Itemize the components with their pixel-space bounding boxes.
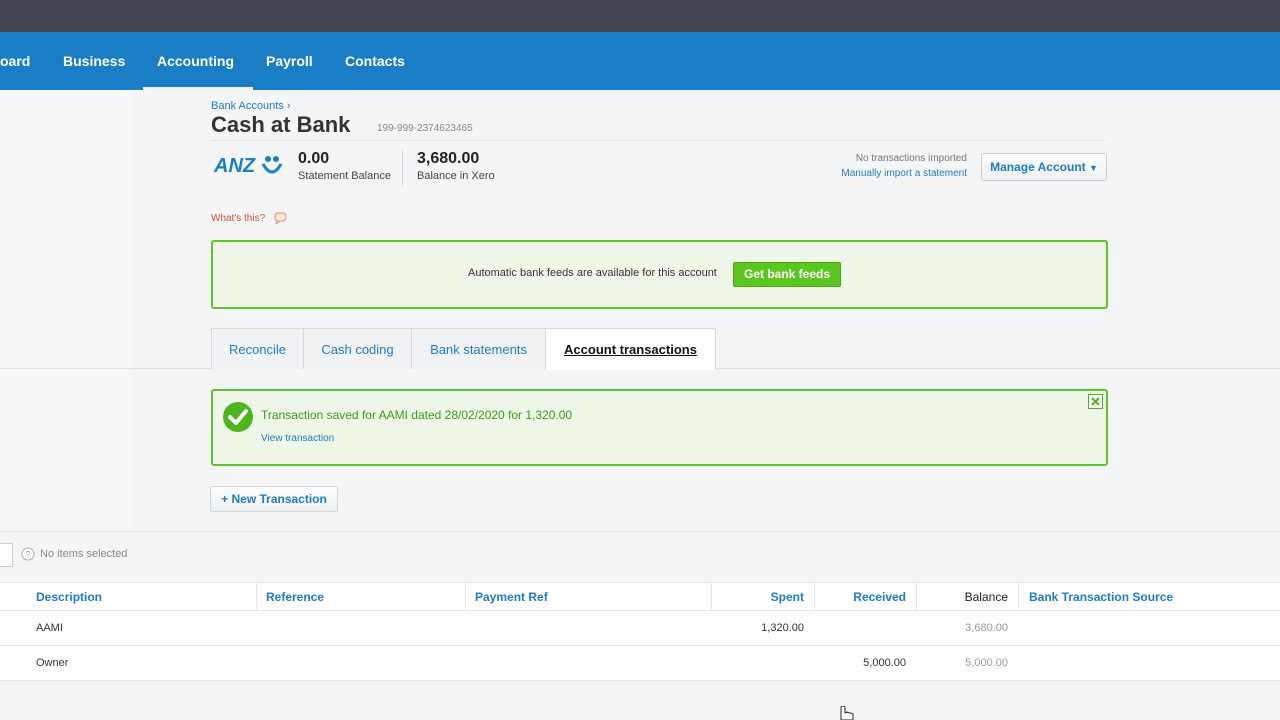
manage-account-button[interactable]: Manage Account ▼ [981,153,1107,181]
statement-balance-label: Statement Balance [298,170,391,182]
tab-reconcile[interactable]: Reconcile [211,328,304,369]
main-nav: oard Business Accounting Payroll Contact… [0,32,1280,90]
close-icon[interactable] [1088,394,1103,409]
nav-dashboard[interactable]: oard [0,32,30,90]
anz-logo-dot-2 [273,156,279,162]
account-number: 199-999-2374623465 [377,123,473,134]
column-separator [916,583,917,611]
new-transaction-button[interactable]: + New Transaction [210,486,338,512]
column-separator [1018,583,1019,611]
tab-bank-statements[interactable]: Bank statements [411,328,546,369]
row-balance: 5,000.00 [965,657,1008,669]
nav-accounting[interactable]: Accounting [157,32,234,90]
column-description[interactable]: Description [36,590,102,604]
top-bar [0,0,1280,32]
table-row[interactable] [0,611,1280,646]
column-separator [256,583,257,611]
nav-contacts[interactable]: Contacts [345,32,405,90]
nav-business[interactable]: Business [63,32,125,90]
anz-logo-dot-1 [265,156,271,162]
column-balance: Balance [964,590,1008,604]
toolbar-divider [0,531,1280,532]
column-separator [465,583,466,611]
nav-payroll[interactable]: Payroll [266,32,313,90]
manual-import-link[interactable]: Manually import a statement [841,168,967,179]
tab-cash-coding[interactable]: Cash coding [303,328,412,369]
xero-balance-label: Balance in Xero [417,170,495,182]
balance-divider [402,150,403,186]
anz-logo-icon: ANZ [213,155,283,177]
success-message-box [211,389,1108,466]
whats-this-link[interactable]: What's this? [211,213,265,224]
manage-account-label: Manage Account [990,160,1086,174]
row-balance: 3,680.00 [965,622,1008,634]
breadcrumb[interactable]: Bank Accounts › [211,100,291,112]
anz-logo-arc [261,163,283,174]
get-bank-feeds-button[interactable]: Get bank feeds [733,262,841,287]
row-received: 5,000.00 [863,657,906,669]
bank-feed-text: Automatic bank feeds are available for t… [468,267,717,279]
page-title: Cash at Bank [211,112,351,137]
svg-text:?: ? [25,550,30,560]
cursor-hand-icon [840,706,854,720]
check-circle-icon [223,402,253,432]
select-all-checkbox[interactable] [0,543,13,567]
column-bank-transaction-source[interactable]: Bank Transaction Source [1029,590,1173,604]
speech-bubble-icon[interactable] [274,212,287,224]
table-row[interactable] [0,646,1280,681]
help-icon[interactable]: ? [21,547,35,561]
column-reference[interactable]: Reference [266,590,324,604]
statement-balance-value: 0.00 [298,150,330,167]
row-spent: 1,320.00 [761,622,804,634]
success-message-text: Transaction saved for AAMI dated 28/02/2… [261,408,573,422]
column-received[interactable]: Received [853,590,906,604]
column-spent[interactable]: Spent [771,590,804,604]
caret-down-icon: ▼ [1089,163,1098,173]
xero-balance-value: 3,680.00 [417,150,480,167]
tab-account-transactions[interactable]: Account transactions [545,328,716,370]
left-panel [0,90,132,530]
view-transaction-link[interactable]: View transaction [261,433,334,444]
column-separator [711,583,712,611]
selection-status: No items selected [40,548,128,560]
row-description[interactable]: AAMI [36,622,63,634]
column-separator [814,583,815,611]
column-payment-ref[interactable]: Payment Ref [475,590,548,604]
anz-logo-text: ANZ [213,155,256,177]
header-divider [211,140,1106,141]
no-transactions-text: No transactions imported [855,153,967,164]
row-description[interactable]: Owner [36,657,68,669]
